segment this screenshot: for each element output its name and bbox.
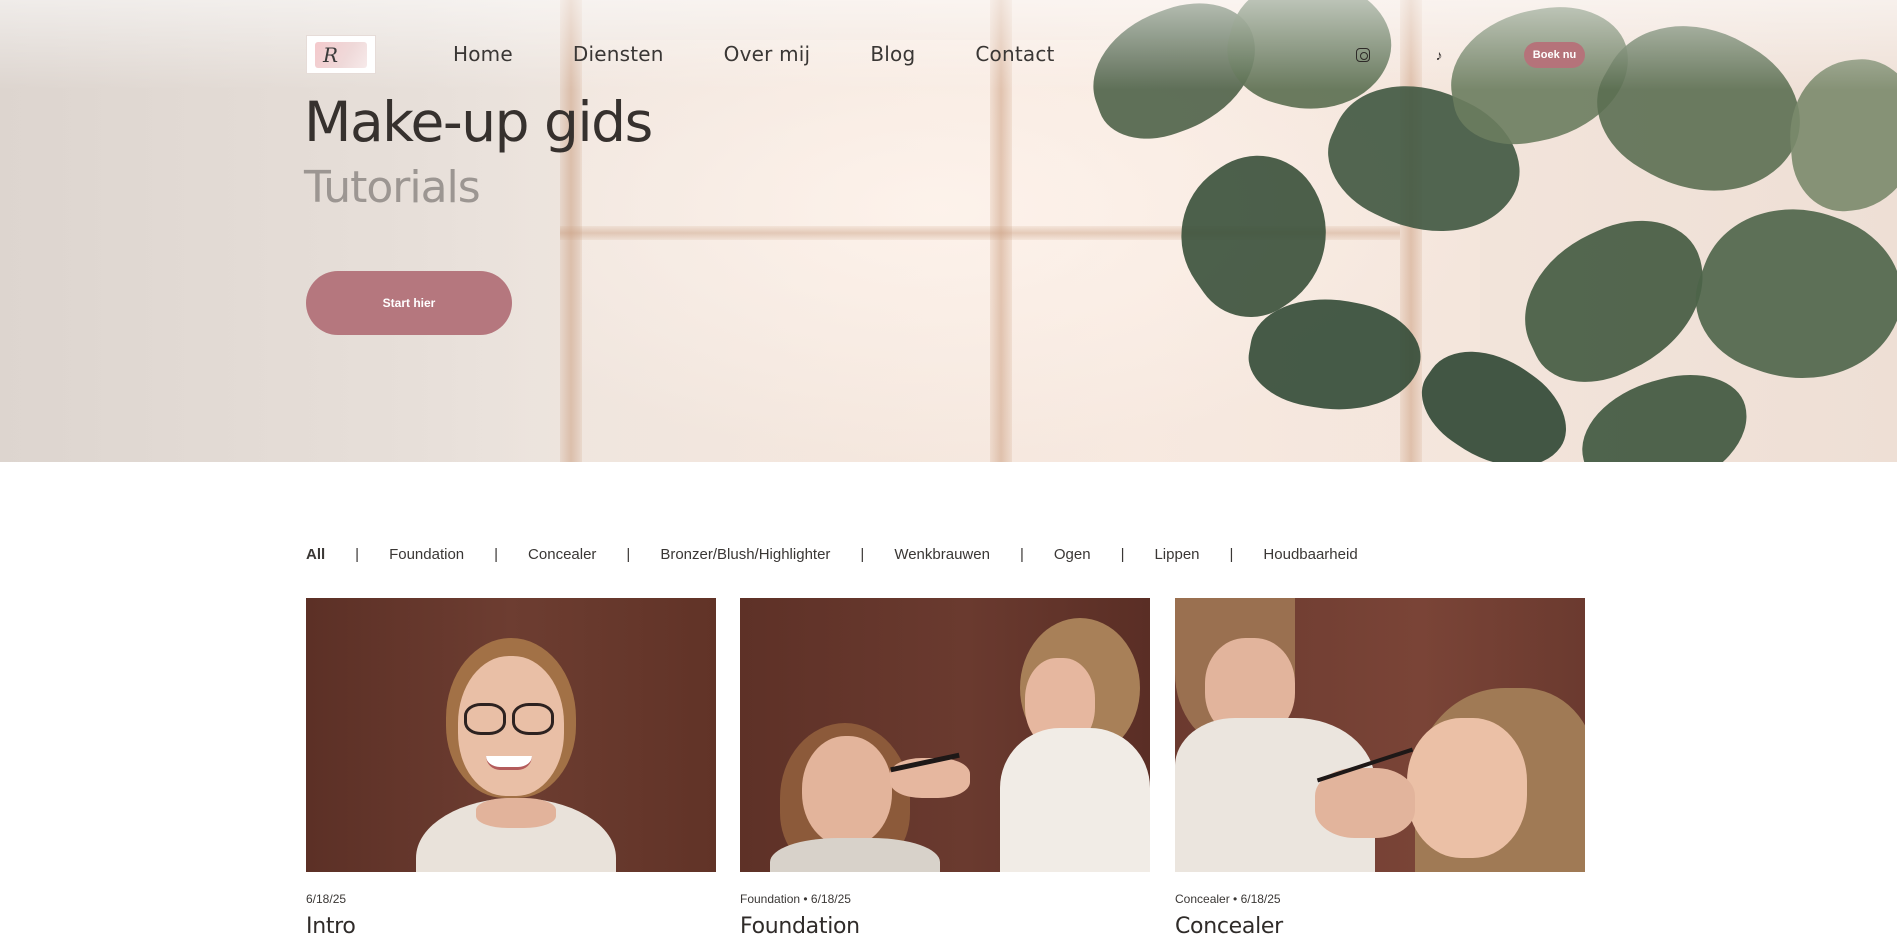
main-nav: Home Diensten Over mij Blog Contact — [453, 42, 1115, 66]
site-header: Home Diensten Over mij Blog Contact ♪ Bo… — [0, 0, 1897, 110]
filter-concealer[interactable]: Concealer — [528, 546, 596, 563]
start-here-button[interactable]: Start hier — [306, 271, 512, 335]
nav-contact[interactable]: Contact — [975, 42, 1054, 66]
filter-bronzer-blush-highlighter[interactable]: Bronzer/Blush/Highlighter — [660, 546, 830, 563]
nav-diensten[interactable]: Diensten — [573, 42, 664, 66]
filter-houdbaarheid[interactable]: Houdbaarheid — [1263, 546, 1357, 563]
hero-subtitle: Tutorials — [304, 162, 481, 213]
post-card[interactable]: Concealer • 6/18/25 Concealer — [1175, 598, 1585, 939]
filter-all[interactable]: All — [306, 546, 325, 563]
post-card[interactable]: 6/18/25 Intro — [306, 598, 716, 939]
filter-separator: | — [1120, 546, 1125, 563]
filter-foundation[interactable]: Foundation — [389, 546, 464, 563]
post-meta: 6/18/25 — [306, 892, 347, 906]
nav-over-mij[interactable]: Over mij — [724, 42, 811, 66]
hero-title: Make-up gids — [304, 90, 653, 154]
post-card[interactable]: Foundation • 6/18/25 Foundation — [740, 598, 1150, 939]
post-title[interactable]: Concealer — [1175, 914, 1585, 939]
post-meta: Concealer • 6/18/25 — [1175, 892, 1281, 906]
logo-mark — [315, 41, 367, 68]
filter-separator: | — [860, 546, 865, 563]
hero-section: Home Diensten Over mij Blog Contact ♪ Bo… — [0, 0, 1897, 462]
filter-separator: | — [1229, 546, 1234, 563]
post-title[interactable]: Foundation — [740, 914, 1150, 939]
book-now-button[interactable]: Boek nu — [1524, 42, 1585, 68]
nav-blog[interactable]: Blog — [870, 42, 915, 66]
post-image[interactable] — [306, 598, 716, 872]
filter-separator: | — [494, 546, 499, 563]
post-meta: Foundation • 6/18/25 — [740, 892, 851, 906]
filter-wenkbrauwen[interactable]: Wenkbrauwen — [894, 546, 990, 563]
filter-ogen[interactable]: Ogen — [1054, 546, 1091, 563]
tiktok-icon[interactable]: ♪ — [1430, 46, 1448, 64]
filter-separator: | — [355, 546, 360, 563]
filter-separator: | — [626, 546, 631, 563]
filter-lippen[interactable]: Lippen — [1154, 546, 1199, 563]
category-filter-bar: All | Foundation | Concealer | Bronzer/B… — [306, 546, 1358, 563]
instagram-icon[interactable] — [1354, 46, 1372, 64]
post-title[interactable]: Intro — [306, 914, 716, 939]
site-logo[interactable] — [306, 35, 376, 74]
filter-separator: | — [1019, 546, 1024, 563]
post-image[interactable] — [740, 598, 1150, 872]
post-image[interactable] — [1175, 598, 1585, 872]
nav-home[interactable]: Home — [453, 42, 513, 66]
